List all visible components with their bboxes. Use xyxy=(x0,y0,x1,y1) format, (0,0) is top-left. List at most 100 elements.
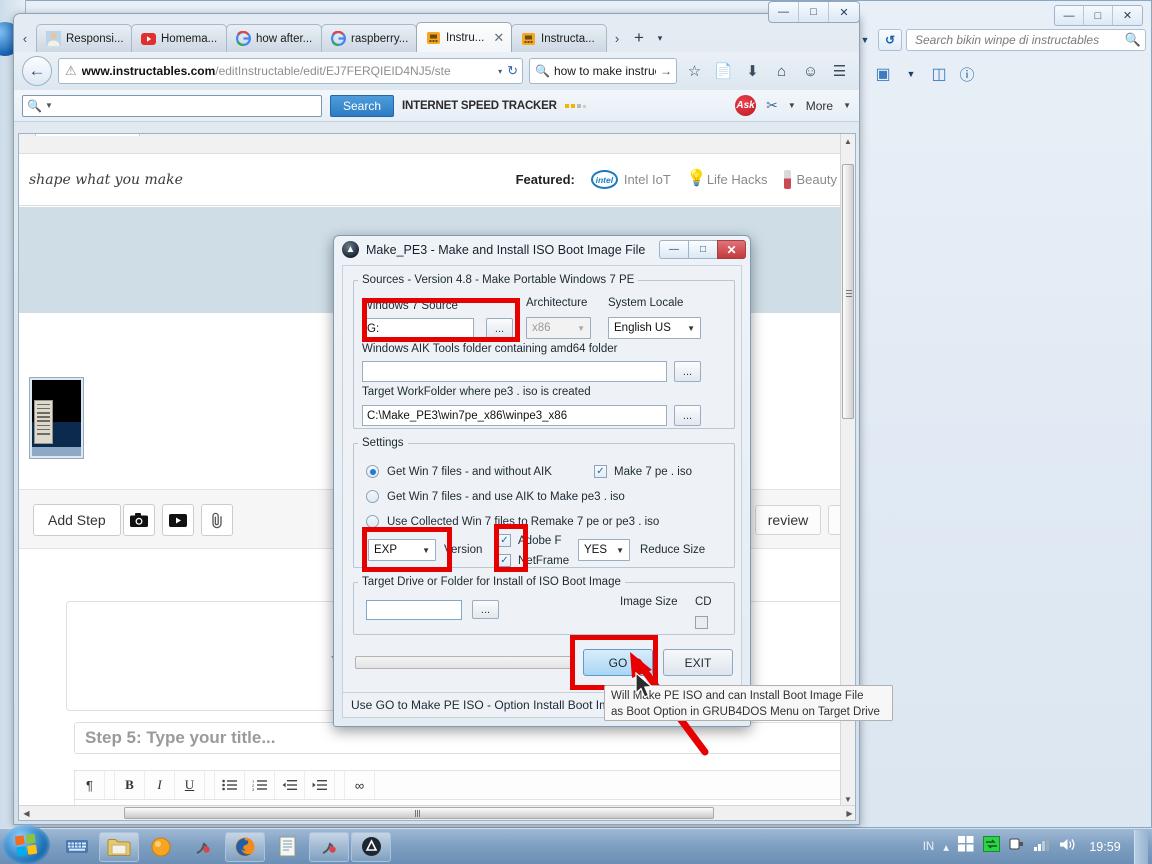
numbered-list-icon[interactable]: 123 xyxy=(245,771,275,799)
paragraph-icon[interactable]: ¶ xyxy=(75,771,105,799)
bookmark-star-icon[interactable]: ☆ xyxy=(683,58,706,84)
more-button[interactable]: More xyxy=(806,99,833,113)
ask-search-button[interactable]: Search xyxy=(330,94,395,117)
make-7pe-iso-checkbox[interactable]: ✓ Make 7 pe . iso xyxy=(594,465,692,478)
search-engine-icon[interactable]: 🔍 xyxy=(535,64,550,78)
vertical-scroll-thumb[interactable] xyxy=(842,164,854,419)
bold-icon[interactable]: B xyxy=(115,771,145,799)
featured-item-lifehacks[interactable]: 💡 Life Hacks xyxy=(687,170,768,189)
scroll-up-icon[interactable]: ▲ xyxy=(841,134,855,149)
aik-tools-input[interactable] xyxy=(362,361,667,382)
horizontal-scroll-thumb[interactable] xyxy=(124,807,714,819)
add-step-button[interactable]: Add Step xyxy=(33,504,121,536)
dialog-window-controls[interactable]: — □ ✕ xyxy=(659,240,746,259)
browser-search-bar[interactable]: 🔍 how to make instruct → xyxy=(529,58,677,84)
workfolder-input[interactable]: C:\Make_PE3\win7pe_x86\winpe3_x86 xyxy=(362,405,667,426)
tab-how-after[interactable]: how after... xyxy=(226,24,322,52)
chevron-down-icon[interactable]: ▼ xyxy=(902,65,920,83)
windows-update-icon[interactable] xyxy=(958,836,974,857)
bg-maximize-button[interactable]: □ xyxy=(1084,6,1113,25)
video-icon[interactable] xyxy=(162,504,194,536)
tab-responsi[interactable]: Responsi... xyxy=(36,24,132,52)
audio-app2-icon[interactable] xyxy=(309,831,349,862)
search-go-icon[interactable]: → xyxy=(660,64,672,78)
dialog-maximize-button[interactable]: □ xyxy=(688,240,717,259)
underline-icon[interactable]: U xyxy=(175,771,205,799)
bg-search-input[interactable]: Search bikin winpe di instructables 🔍 xyxy=(906,29,1146,51)
chevron-down-icon[interactable]: ▾ xyxy=(498,67,502,76)
version-combo[interactable]: EXP ▼ xyxy=(368,539,436,561)
win7-source-browse-button[interactable]: ... xyxy=(486,318,513,339)
clock[interactable]: 19:59 xyxy=(1085,840,1125,854)
tab-instructa[interactable]: Instructa... xyxy=(511,24,607,52)
start-button[interactable] xyxy=(2,824,50,864)
target-drive-input[interactable] xyxy=(366,600,462,620)
close-icon[interactable]: ✕ xyxy=(493,30,504,46)
address-bar[interactable]: ⚠ www.instructables.com/editInstructable… xyxy=(58,58,523,84)
sync-smiley-icon[interactable]: ☺ xyxy=(799,58,822,84)
featured-item-beauty[interactable]: Beauty xyxy=(783,170,837,189)
featured-item-intel[interactable]: intel Intel IoT xyxy=(590,170,671,189)
italic-icon[interactable]: I xyxy=(145,771,175,799)
network-green-icon[interactable] xyxy=(983,836,1000,857)
outdent-icon[interactable] xyxy=(275,771,305,799)
workfolder-browse-button[interactable]: ... xyxy=(674,405,701,426)
downloads-icon[interactable]: ⬇ xyxy=(741,58,764,84)
audio-app-icon[interactable] xyxy=(183,832,223,862)
bg-minimize-button[interactable]: — xyxy=(1055,6,1084,25)
explorer-folder-icon[interactable] xyxy=(99,831,139,862)
tools-icon[interactable]: ✂ xyxy=(766,97,778,114)
reading-list-icon[interactable]: 📄 xyxy=(712,58,735,84)
dialog-minimize-button[interactable]: — xyxy=(659,240,688,259)
win7-source-input[interactable]: G: xyxy=(362,318,474,339)
link-icon[interactable]: ∞ xyxy=(345,771,375,799)
makepe3-icon[interactable] xyxy=(351,831,391,862)
chevron-down-icon[interactable]: ▼ xyxy=(843,101,851,110)
adobe-f-checkbox[interactable]: ✓ Adobe F xyxy=(498,534,561,547)
cd-checkbox[interactable] xyxy=(695,616,708,629)
bg-close-button[interactable]: ✕ xyxy=(1113,6,1142,25)
tab-homema[interactable]: Homema... xyxy=(131,24,227,52)
reload-icon[interactable]: ↻ xyxy=(507,63,518,79)
radio-use-collected[interactable]: Use Collected Win 7 files to Remake 7 pe… xyxy=(366,515,659,528)
bullet-list-icon[interactable] xyxy=(215,771,245,799)
target-drive-browse-button[interactable]: ... xyxy=(472,600,499,619)
chevron-down-icon[interactable]: ▼ xyxy=(788,101,796,110)
scroll-left-icon[interactable]: ◀ xyxy=(19,806,34,820)
tab-scroll-right-icon[interactable]: › xyxy=(606,24,628,52)
home-icon[interactable]: ⌂ xyxy=(770,58,793,84)
preview-pane-icon[interactable]: ◫ xyxy=(930,65,948,83)
netframe-checkbox[interactable]: ✓ NetFrame xyxy=(498,554,569,567)
orange-ball-icon[interactable] xyxy=(141,832,181,862)
notepad-icon[interactable] xyxy=(267,832,307,862)
aik-tools-browse-button[interactable]: ... xyxy=(674,361,701,382)
tab-instructables-active[interactable]: Instru... ✕ xyxy=(416,22,512,52)
tray-overflow-icon[interactable]: ▴ xyxy=(943,840,949,854)
reduce-size-combo[interactable]: YES ▼ xyxy=(578,539,630,561)
refresh-icon[interactable]: ↺ xyxy=(878,29,902,51)
view-icon[interactable]: ▣ xyxy=(874,65,892,83)
camera-icon[interactable] xyxy=(123,504,155,536)
system-locale-combo[interactable]: English US ▼ xyxy=(608,317,701,339)
tab-list-icon[interactable]: ▾ xyxy=(650,24,670,52)
show-desktop-button[interactable] xyxy=(1134,829,1148,864)
radio-without-aik[interactable]: Get Win 7 files - and without AIK xyxy=(366,465,552,478)
tab-scroll-left-icon[interactable]: ‹ xyxy=(14,24,36,52)
background-window-controls[interactable]: — □ ✕ xyxy=(1054,5,1143,26)
paperclip-icon[interactable] xyxy=(201,504,233,536)
firefox-icon[interactable] xyxy=(225,831,265,862)
signal-bars-icon[interactable] xyxy=(1034,837,1050,856)
language-indicator[interactable]: IN xyxy=(923,841,935,853)
dialog-close-button[interactable]: ✕ xyxy=(717,240,746,259)
step-image-thumbnail[interactable] xyxy=(29,377,84,459)
power-plug-icon[interactable] xyxy=(1009,836,1025,857)
new-tab-button[interactable]: + xyxy=(628,24,650,52)
volume-icon[interactable] xyxy=(1059,837,1076,857)
tab-raspberry[interactable]: raspberry... xyxy=(321,24,417,52)
menu-hamburger-icon[interactable]: ☰ xyxy=(828,58,851,84)
ask-logo-icon[interactable]: Ask xyxy=(735,95,757,116)
help-icon[interactable]: ⓘ xyxy=(958,65,976,84)
radio-use-aik[interactable]: Get Win 7 files - and use AIK to Make pe… xyxy=(366,490,625,503)
back-button[interactable]: ← xyxy=(22,56,52,86)
keyboard-icon[interactable] xyxy=(57,832,97,862)
